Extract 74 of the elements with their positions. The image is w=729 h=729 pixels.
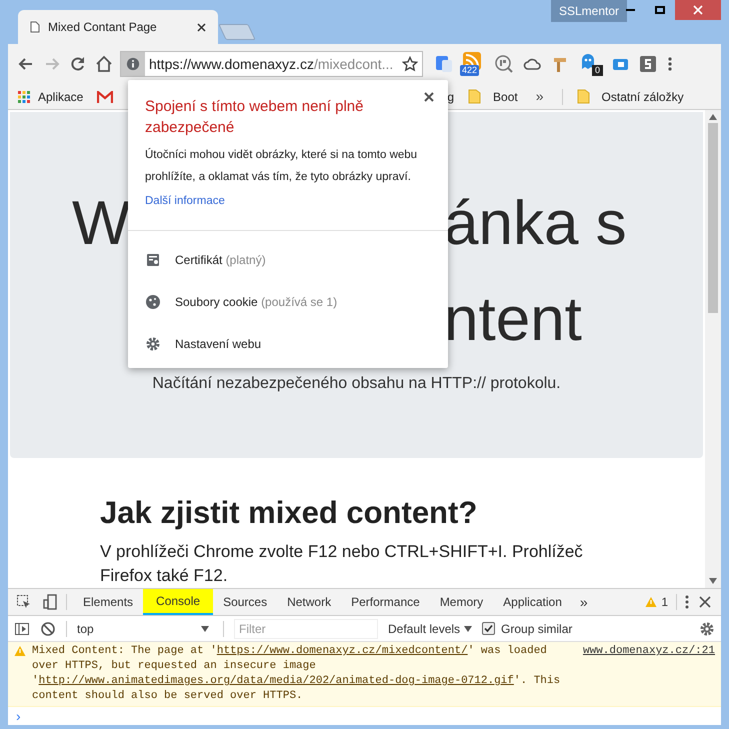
- devtools-tab[interactable]: Console: [143, 589, 214, 615]
- bookmark-item[interactable]: g: [447, 88, 454, 106]
- page-link[interactable]: https://www.domenaxyz.cz/mixedcontent/: [216, 645, 468, 657]
- count-badge: 422: [460, 65, 480, 76]
- sidebar-icon[interactable]: [14, 620, 30, 636]
- address-bar[interactable]: https://www.domenaxyz.cz/mixedcont...: [120, 51, 423, 77]
- devtools-tab[interactable]: Application: [493, 589, 572, 615]
- image-link[interactable]: http://www.animatedimages.org/data/media/202/animated-dog-image-0712.gif: [38, 675, 514, 687]
- extension-icon[interactable]: [639, 55, 657, 73]
- section-heading: Jak zjistit mixed content?: [100, 494, 478, 532]
- source-link[interactable]: www.domenaxyz.cz/:21: [582, 644, 715, 704]
- home-icon[interactable]: [94, 54, 114, 74]
- popup-menu-item[interactable]: Nastavení webu: [175, 335, 262, 353]
- console-message: Mixed Content: The page at 'https://www.domenaxyz.cz/mixedcontent/' was loaded over HTTPS, but requested an insecure image 'http://www.animatedimages.org/data/media/202/animated-dog-image-0712.gif'. This content should also be served over HTTPS.: [32, 644, 562, 704]
- context-select[interactable]: top: [77, 620, 213, 638]
- folder-icon: [468, 89, 482, 104]
- section-paragraph: V prohlížeči Chrome zvolte F12 nebo CTRL+SHIFT+I. Prohlížeč Firefox také F12.: [100, 541, 584, 587]
- browser-tab[interactable]: Mixed Contant Page: [18, 10, 218, 44]
- clear-icon[interactable]: [40, 620, 56, 636]
- hero-subtitle: Načítání nezabezpečeného obsahu na HTTP:// protokolu.: [152, 374, 561, 394]
- url-text: https://www.domenaxyz.cz/mixedcont...: [149, 54, 394, 74]
- more-tabs-button[interactable]: »: [572, 592, 596, 612]
- checkbox-label: Group similar: [501, 620, 572, 638]
- close-icon: [693, 5, 703, 15]
- more-info-link[interactable]: Další informace: [145, 195, 225, 207]
- page-icon: [30, 21, 40, 33]
- caret-icon: [464, 626, 472, 632]
- apps-icon: [18, 90, 30, 102]
- bookmark-item[interactable]: Aplikace: [18, 88, 84, 106]
- popup-description: Útočníci mohou vidět obrázky, které si na tomto webu prohlížíte, a oklamat vás tím, že tyto obrázky upraví.: [145, 147, 418, 185]
- checkbox[interactable]: [482, 622, 496, 635]
- more-bookmarks-button[interactable]: »: [532, 86, 548, 107]
- hero-heading: W: [72, 189, 131, 258]
- count-badge: 0: [592, 65, 603, 76]
- warnings-button[interactable]: 1: [637, 593, 676, 611]
- levels-dropdown[interactable]: Default levels: [388, 620, 472, 638]
- filter-field[interactable]: Filter: [234, 618, 378, 638]
- cookie-icon: [145, 294, 161, 310]
- hero-heading: ánka s: [444, 188, 627, 260]
- close-button[interactable]: [675, 0, 721, 20]
- scrollbar-thumb[interactable]: [708, 123, 718, 313]
- device-icon[interactable]: [42, 594, 58, 610]
- caret-icon: [201, 626, 209, 632]
- certificate-icon: [145, 252, 161, 268]
- folder-icon: [576, 89, 590, 104]
- warning-icon: [14, 645, 26, 657]
- menu-icon[interactable]: [667, 56, 673, 72]
- star-icon[interactable]: [402, 56, 418, 72]
- devtools-tab[interactable]: Network: [277, 589, 342, 615]
- devtools-tab[interactable]: Elements: [73, 589, 144, 615]
- popup-title: Spojení s tímto webem není plně zabezpečené: [145, 97, 364, 138]
- mail-icon[interactable]: [97, 90, 114, 102]
- devtools-tab[interactable]: Sources: [213, 589, 278, 615]
- scroll-up-icon: [709, 114, 717, 120]
- close-icon[interactable]: [197, 22, 206, 32]
- warning-icon: [645, 596, 658, 608]
- hero-heading: ntent: [444, 284, 582, 356]
- bookmark-item[interactable]: Ostatní záložky: [576, 88, 684, 106]
- console-prompt[interactable]: ›: [8, 707, 721, 725]
- settings-icon: [145, 336, 161, 352]
- info-icon: [126, 57, 140, 71]
- scrollbar[interactable]: [705, 110, 721, 588]
- check-icon: [484, 624, 494, 633]
- inspect-icon[interactable]: [16, 594, 32, 610]
- bookmark-item[interactable]: Boot: [468, 88, 518, 106]
- close-icon: [424, 92, 434, 102]
- devtools-tab[interactable]: Memory: [430, 589, 494, 615]
- popup-menu-item[interactable]: Soubory cookie (používá se 1): [175, 293, 338, 311]
- settings-icon[interactable]: [699, 620, 715, 636]
- close-icon[interactable]: [697, 594, 713, 610]
- scroll-down-icon: [709, 578, 717, 584]
- devtools-tab[interactable]: Performance: [341, 589, 430, 615]
- popup-menu-item[interactable]: Certifikát (platný): [175, 251, 266, 269]
- ghost-icon[interactable]: [579, 52, 597, 70]
